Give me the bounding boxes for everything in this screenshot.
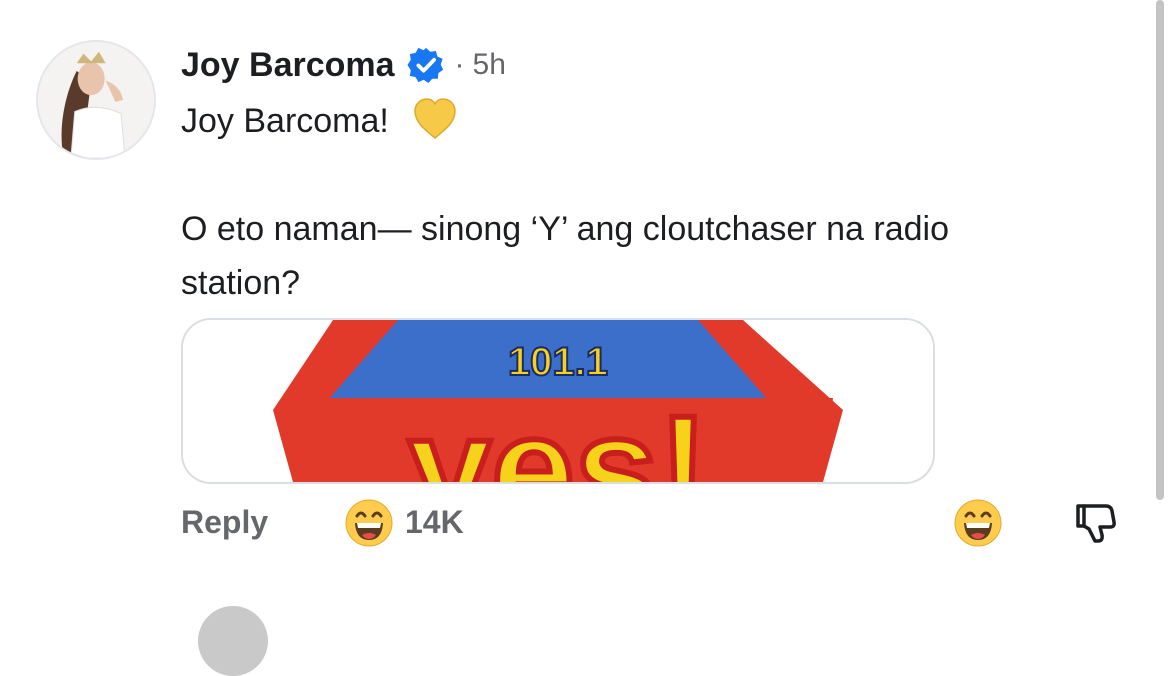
- radio-logo-image: 101.1 yes!: [183, 320, 933, 482]
- laughing-emoji-icon[interactable]: [344, 498, 394, 548]
- reaction-count[interactable]: 14K: [405, 504, 464, 541]
- comment-text-line: O eto naman— sinong ‘Y’ ang cloutchaser …: [181, 210, 949, 248]
- comment-header: Joy Barcoma · 5h: [181, 42, 506, 88]
- comment-actions: Reply 14K: [181, 496, 1141, 548]
- yellow-heart-icon: [412, 96, 458, 142]
- comment-body: Joy Barcoma! O eto naman— sinong ‘Y’ ang…: [181, 94, 1121, 310]
- timestamp[interactable]: 5h: [473, 48, 506, 82]
- meta-separator: ·: [454, 48, 465, 81]
- author-name[interactable]: Joy Barcoma: [181, 46, 395, 85]
- logo-frequency: 101.1: [508, 340, 608, 384]
- attachment-image[interactable]: 101.1 yes!: [181, 318, 935, 484]
- scrollbar[interactable]: [1156, 0, 1164, 500]
- avatar[interactable]: [36, 40, 156, 160]
- reply-button[interactable]: Reply: [181, 504, 268, 541]
- thumbs-down-icon[interactable]: [1073, 500, 1119, 546]
- next-comment-avatar[interactable]: [198, 606, 268, 676]
- comment-text-line: station?: [181, 264, 301, 302]
- avatar-image: [38, 42, 154, 158]
- logo-word: yes!: [408, 384, 708, 482]
- comment-text-line: Joy Barcoma!: [181, 102, 389, 140]
- verified-badge-icon: [407, 46, 445, 84]
- react-button-laughing-emoji-icon[interactable]: [953, 498, 1003, 548]
